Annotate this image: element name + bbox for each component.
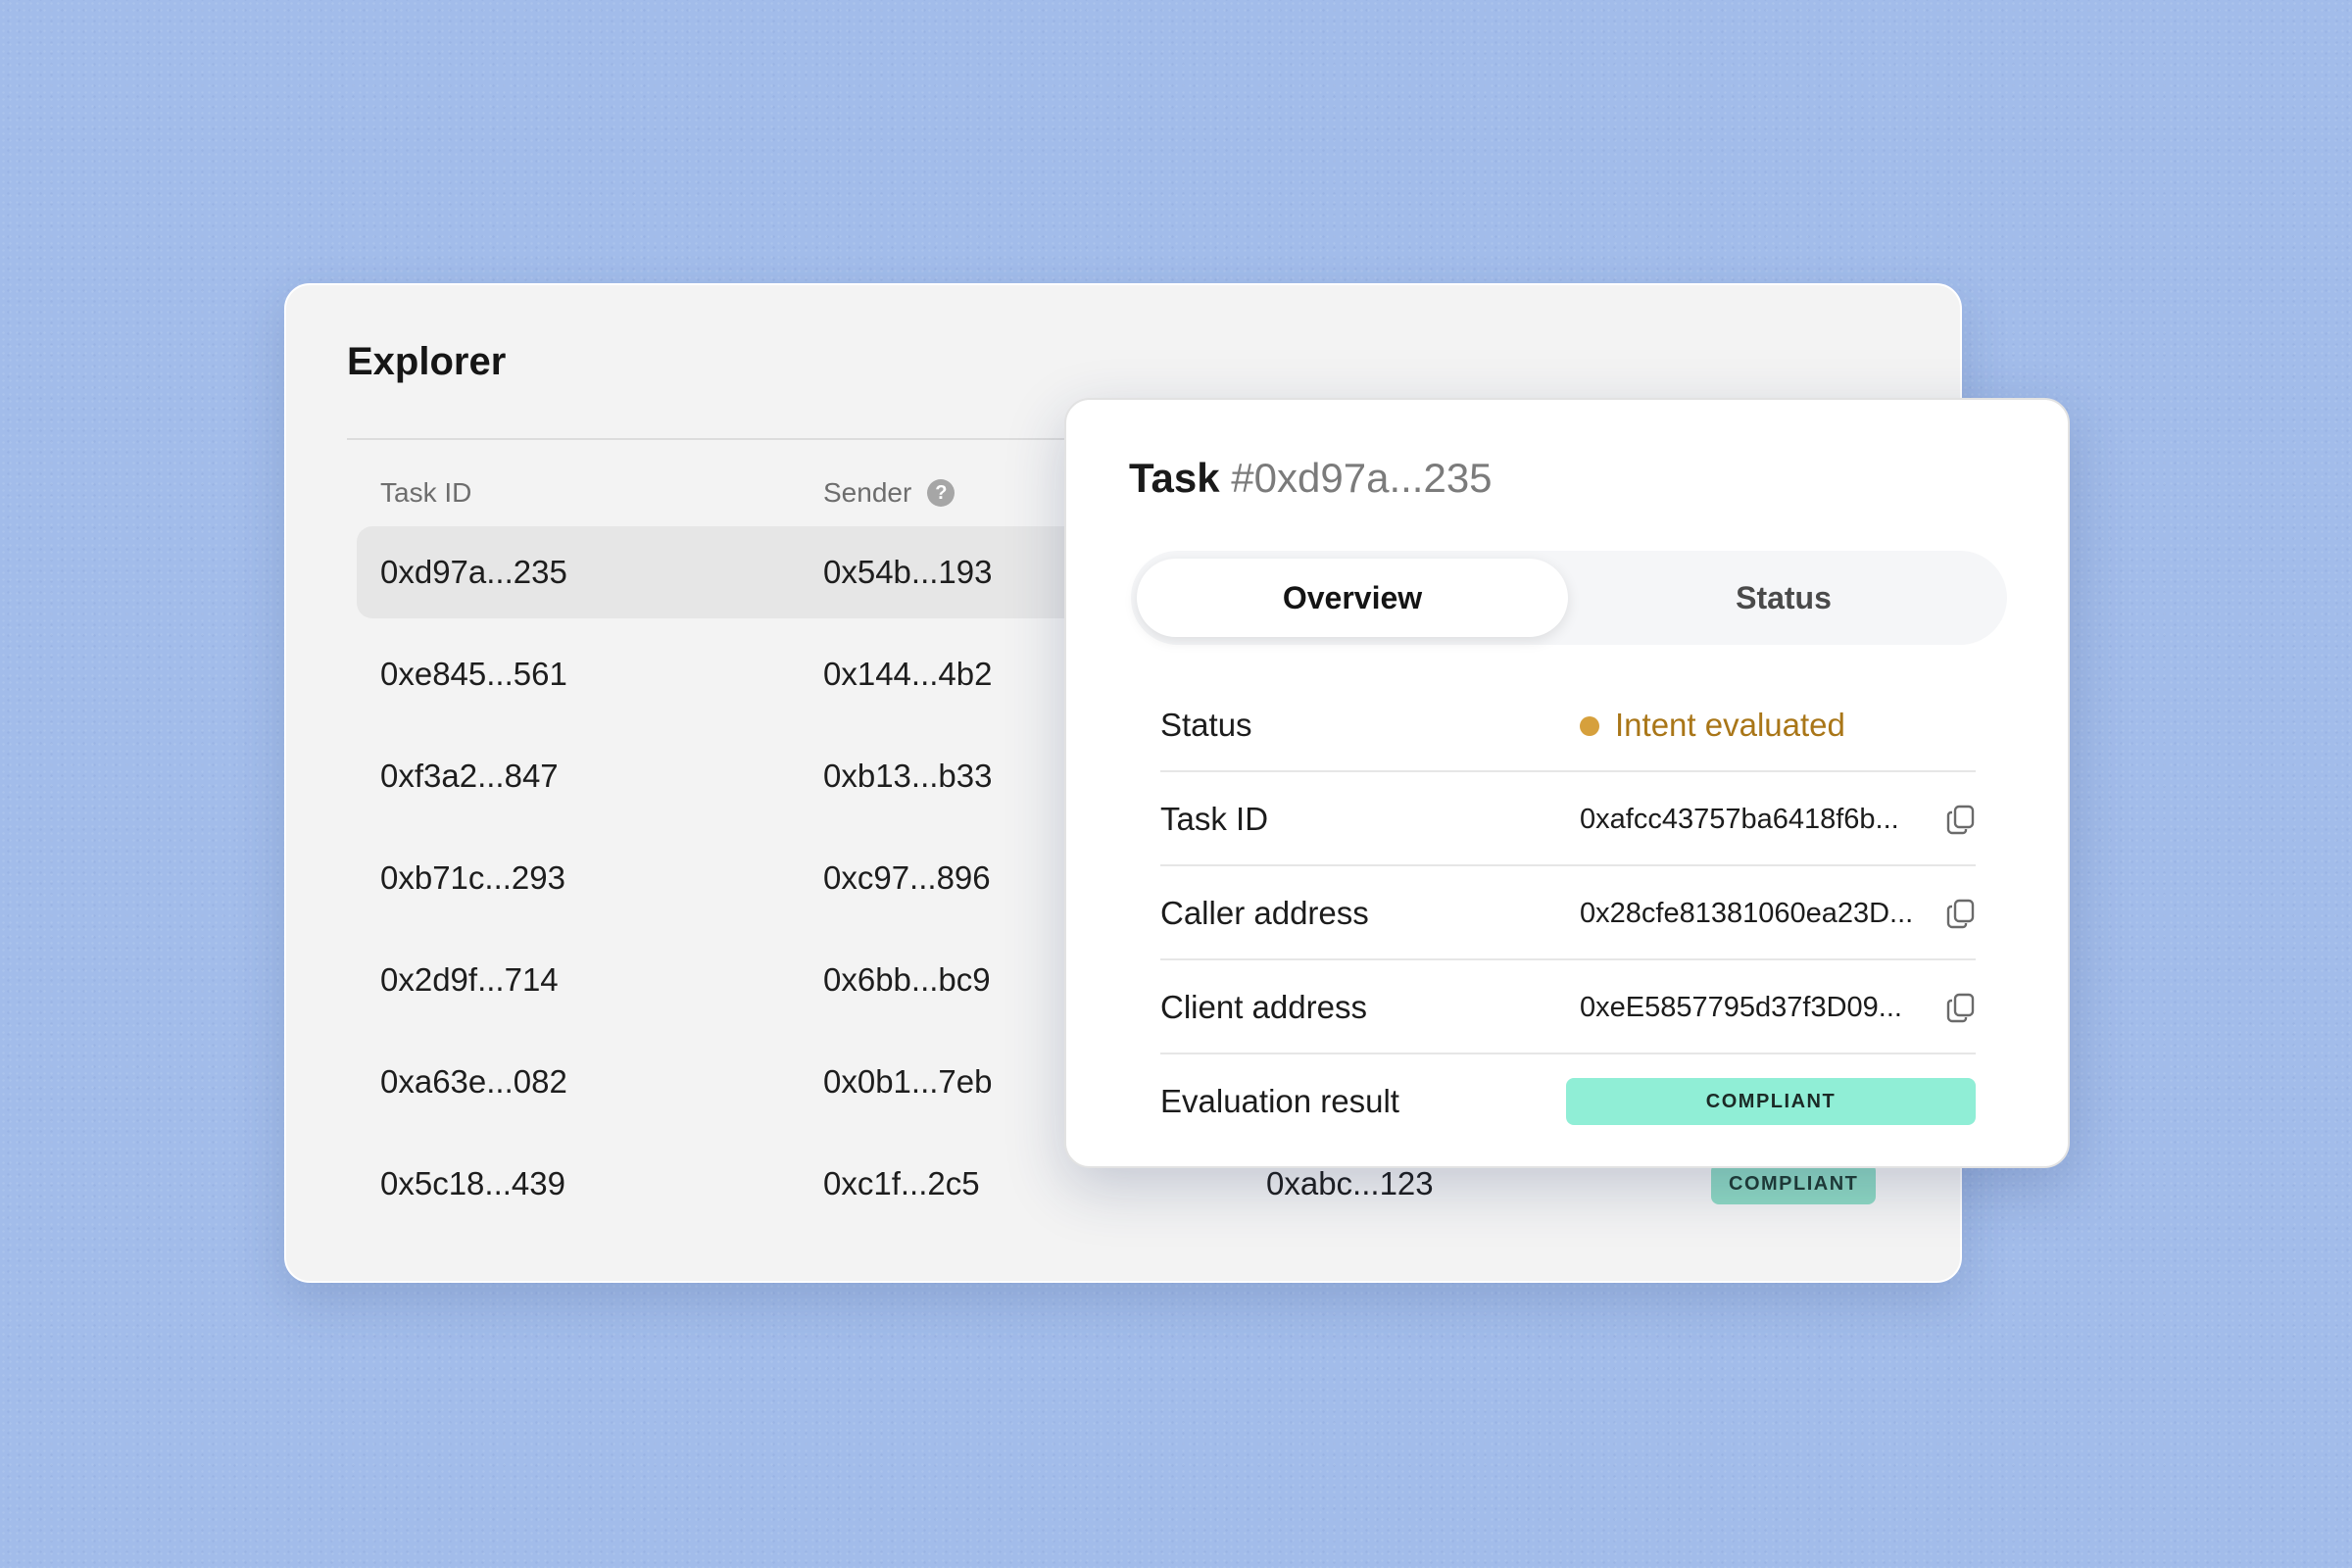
field-client-address: Client address 0xeE5857795d37f3D09... <box>1160 960 1976 1054</box>
task-id-cell: 0xf3a2...847 <box>380 758 559 794</box>
column-header-task-id: Task ID <box>380 477 471 509</box>
field-label: Caller address <box>1160 895 1369 931</box>
task-id-cell: 0x2d9f...714 <box>380 961 559 998</box>
copy-icon[interactable] <box>1946 992 1976 1023</box>
compliant-badge: COMPLIANT <box>1711 1163 1877 1204</box>
tab-overview[interactable]: Overview <box>1137 559 1568 637</box>
field-label: Evaluation result <box>1160 1083 1399 1119</box>
compliant-badge: COMPLIANT <box>1566 1078 1976 1125</box>
field-evaluation-result: Evaluation result COMPLIANT <box>1160 1054 1976 1149</box>
task-id-value: 0xafcc43757ba6418f6b... <box>1580 804 1899 835</box>
detail-title-hash: #0xd97a...235 <box>1231 455 1493 501</box>
copy-icon[interactable] <box>1946 804 1976 835</box>
tab-bar: Overview Status <box>1131 551 2007 645</box>
sender-cell: 0xc1f...2c5 <box>823 1165 980 1201</box>
field-task-id: Task ID 0xafcc43757ba6418f6b... <box>1160 772 1976 866</box>
detail-title: Task #0xd97a...235 <box>1129 455 1493 502</box>
column-header-label: Sender <box>823 477 912 508</box>
sender-cell: 0xc97...896 <box>823 859 991 896</box>
task-id-cell: 0xa63e...082 <box>380 1063 567 1100</box>
field-caller-address: Caller address 0x28cfe81381060ea23D... <box>1160 866 1976 960</box>
sender-cell: 0x144...4b2 <box>823 656 993 692</box>
help-icon[interactable]: ? <box>927 479 956 507</box>
explorer-title: Explorer <box>347 340 507 383</box>
status-text: Intent evaluated <box>1615 707 1845 743</box>
column-header-label: Task ID <box>380 477 472 508</box>
sender-cell: 0x54b...193 <box>823 554 993 590</box>
field-status: Status Intent evaluated <box>1160 678 1976 772</box>
task-id-cell: 0xe845...561 <box>380 656 567 692</box>
task-detail-card: Task #0xd97a...235 Overview Status Statu… <box>1064 398 2070 1168</box>
field-label: Task ID <box>1160 801 1269 837</box>
status-value: Intent evaluated <box>1580 678 1933 772</box>
caller-address-value: 0x28cfe81381060ea23D... <box>1580 898 1914 929</box>
tab-status[interactable]: Status <box>1568 559 1999 637</box>
sender-cell: 0x0b1...7eb <box>823 1063 993 1100</box>
status-dot-icon <box>1580 716 1599 737</box>
sender-cell: 0x6bb...bc9 <box>823 961 991 998</box>
task-id-cell: 0xd97a...235 <box>380 554 567 590</box>
task-id-cell: 0x5c18...439 <box>380 1165 565 1201</box>
field-label: Status <box>1160 707 1252 743</box>
field-label: Client address <box>1160 989 1367 1025</box>
task-id-cell: 0xb71c...293 <box>380 859 565 896</box>
detail-title-label: Task <box>1129 455 1220 501</box>
copy-icon[interactable] <box>1946 898 1976 929</box>
column-header-sender: Sender ? <box>823 477 956 509</box>
client-address-value: 0xeE5857795d37f3D09... <box>1580 992 1902 1023</box>
sender-cell: 0xb13...b33 <box>823 758 993 794</box>
